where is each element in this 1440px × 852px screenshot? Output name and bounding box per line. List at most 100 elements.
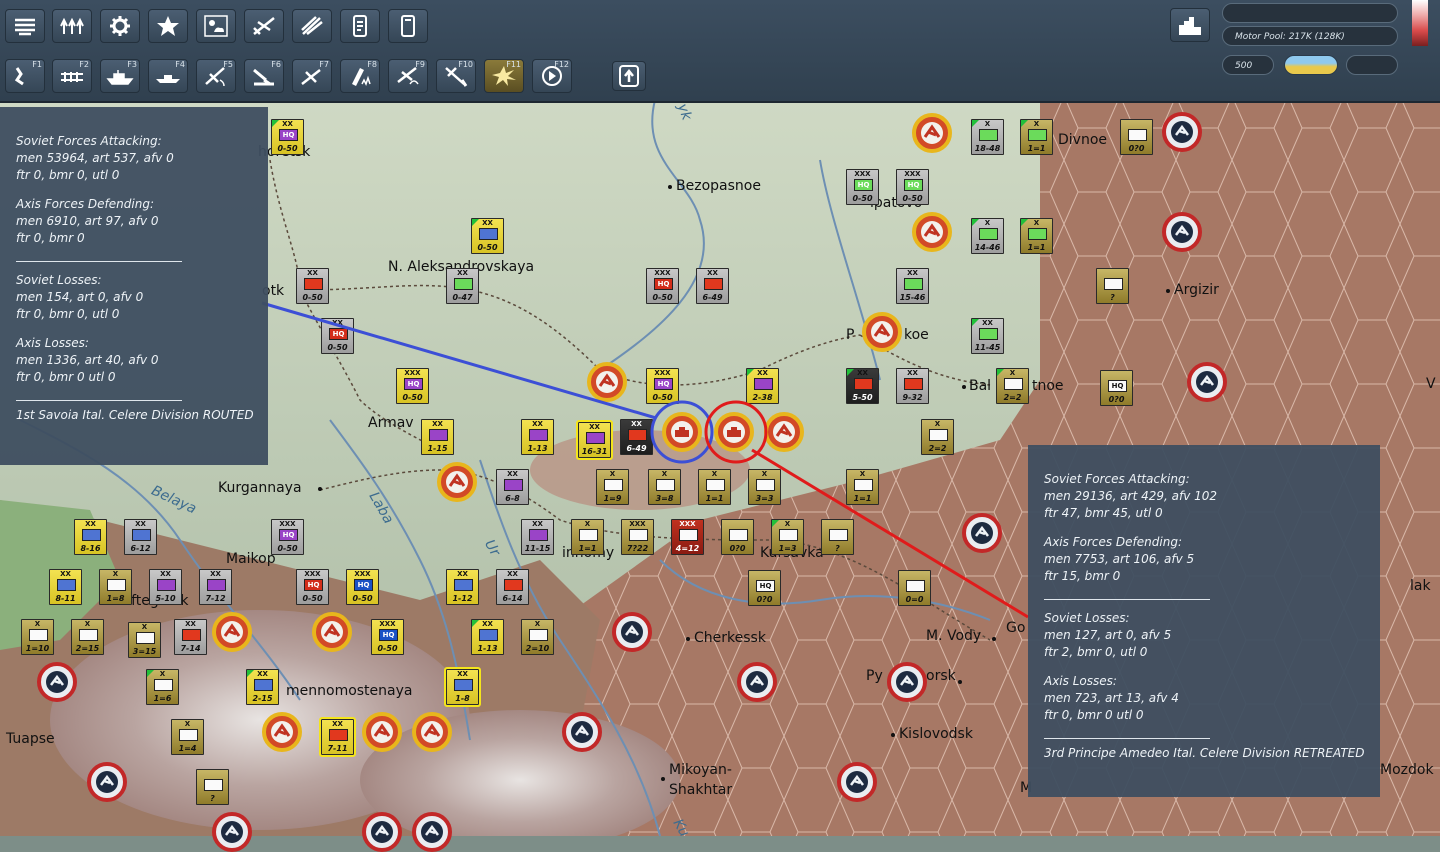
unit-counter[interactable]: XX 6-12 [124,519,157,555]
unit-counter[interactable]: X 1=3 [771,519,804,555]
unit-counter[interactable]: XX 0-50 [471,218,504,254]
axis-air-unit[interactable] [437,462,477,502]
city-label[interactable]: mennomostenaya [286,683,412,699]
interdict-button[interactable]: F10 [436,59,476,93]
settings-button[interactable] [100,9,140,43]
city-label[interactable]: Argizir [1174,282,1219,298]
city-label[interactable]: Bal [969,378,991,394]
axis-air-unit[interactable] [912,113,952,153]
notes-button[interactable] [388,9,428,43]
soviet-air-unit[interactable] [412,812,452,852]
unit-counter[interactable]: X 1=6 [146,669,179,705]
city-label[interactable]: Mikoyan- [669,762,732,778]
axis-air-unit[interactable] [262,712,302,752]
unit-counter[interactable]: XX 0-47 [446,268,479,304]
unit-counter[interactable]: XX 1-13 [521,419,554,455]
unit-counter[interactable]: 0=0 [898,570,931,606]
unit-counter[interactable]: XX HQ 0-50 [271,119,304,155]
unit-counter[interactable]: X 2=2 [921,419,954,455]
axis-air-unit[interactable] [587,362,627,402]
city-label[interactable]: Bezopasnoe [676,178,761,194]
unit-counter[interactable]: ? [821,519,854,555]
unit-counter[interactable]: ? [196,769,229,805]
unit-counter[interactable]: XX 16-31 [576,420,613,460]
unit-counter[interactable]: X 2=15 [71,619,104,655]
city-label[interactable]: Armav [368,415,414,431]
soviet-air-unit[interactable] [1162,112,1202,152]
soviet-air-unit[interactable] [37,662,77,702]
soviet-air-unit[interactable] [562,712,602,752]
unit-counter[interactable]: XX HQ 0-50 [321,318,354,354]
unit-counter[interactable]: XX 9-32 [896,368,929,404]
unit-counter[interactable]: XX 6-49 [620,419,653,455]
city-label[interactable]: Kurgannaya [218,480,302,496]
victory-button[interactable] [148,9,188,43]
soviet-air-unit[interactable] [1187,362,1227,402]
soviet-air-unit[interactable] [1162,212,1202,252]
unit-counter[interactable]: XX 0-50 [296,268,329,304]
unit-counter[interactable]: XX 6-14 [496,569,529,605]
unit-counter[interactable]: XX 11-45 [971,318,1004,354]
unit-counter[interactable]: X 1=1 [698,469,731,505]
road-move-button[interactable]: F1 [5,59,45,93]
supply-button[interactable] [52,9,92,43]
axis-air-unit[interactable] [764,412,804,452]
air-strike-button[interactable]: F7 [292,59,332,93]
transport-ship-button[interactable]: F4 [148,59,188,93]
unit-counter[interactable]: XX 2-38 [746,368,779,404]
unit-counter[interactable]: XX 8-11 [49,569,82,605]
unit-counter[interactable]: ? [1096,268,1129,304]
unit-counter[interactable]: HQ 0?0 [748,570,781,606]
unit-counter[interactable]: XX 15-46 [896,268,929,304]
unit-counter[interactable]: XXX HQ 0-50 [646,368,679,404]
unit-counter[interactable]: X 1=1 [571,519,604,555]
unit-counter[interactable]: XX 7-12 [199,569,232,605]
unit-counter[interactable]: X 1=9 [596,469,629,505]
unit-counter[interactable]: X 3=3 [748,469,781,505]
unit-counter[interactable]: XXX HQ 0-50 [396,368,429,404]
paradrop-button[interactable]: F9 [388,59,428,93]
report-button[interactable] [340,9,380,43]
upgrade-button[interactable] [612,61,646,91]
soviet-air-unit[interactable] [962,513,1002,553]
unit-counter[interactable]: XXX 4=12 [671,519,704,555]
soviet-air-unit[interactable] [612,612,652,652]
axis-air-unit[interactable] [862,312,902,352]
axis-air-unit[interactable] [714,412,754,452]
unit-counter[interactable]: XXX HQ 0-50 [896,169,929,205]
city-label[interactable]: Shakhtar [669,782,732,798]
unit-counter[interactable]: 0?0 [721,519,754,555]
naval-button[interactable]: F3 [100,59,140,93]
soviet-air-unit[interactable] [887,662,927,702]
soviet-air-unit[interactable] [87,762,127,802]
unit-counter[interactable]: X 1=1 [846,469,879,505]
city-label[interactable]: Cherkessk [694,630,766,646]
unit-counter[interactable]: HQ 0?0 [1100,370,1133,406]
axis-air-unit[interactable] [412,712,452,752]
unit-counter[interactable]: XX 1-13 [471,619,504,655]
air-recon-button[interactable]: F5 [196,59,236,93]
unit-counter[interactable]: XXX HQ 0-50 [371,619,404,655]
unit-counter[interactable]: XX 1-15 [421,419,454,455]
rocket-button[interactable] [292,9,332,43]
unit-counter[interactable]: X 1=1 [1020,218,1053,254]
city-label[interactable]: P [846,327,854,343]
axis-air-unit[interactable] [212,612,252,652]
unit-counter[interactable]: XX 5-10 [149,569,182,605]
unit-counter[interactable]: XX 6-49 [696,268,729,304]
next-button[interactable]: F12 [532,59,572,93]
axis-air-unit[interactable] [312,612,352,652]
city-label[interactable]: Go [1006,620,1025,636]
unit-counter[interactable]: X 3=8 [648,469,681,505]
axis-air-unit[interactable] [912,212,952,252]
unit-counter[interactable]: XX 11-15 [521,519,554,555]
weather-indicator[interactable] [1284,55,1338,75]
city-label[interactable]: Py [866,668,883,684]
unit-counter[interactable]: XX 7-14 [174,619,207,655]
unit-list-button[interactable] [5,9,45,43]
unit-counter[interactable]: X 1=4 [171,719,204,755]
city-label[interactable]: Divnoe [1058,132,1107,148]
soviet-air-unit[interactable] [362,812,402,852]
combat-button[interactable]: F11 [484,59,524,93]
soviet-air-unit[interactable] [837,762,877,802]
